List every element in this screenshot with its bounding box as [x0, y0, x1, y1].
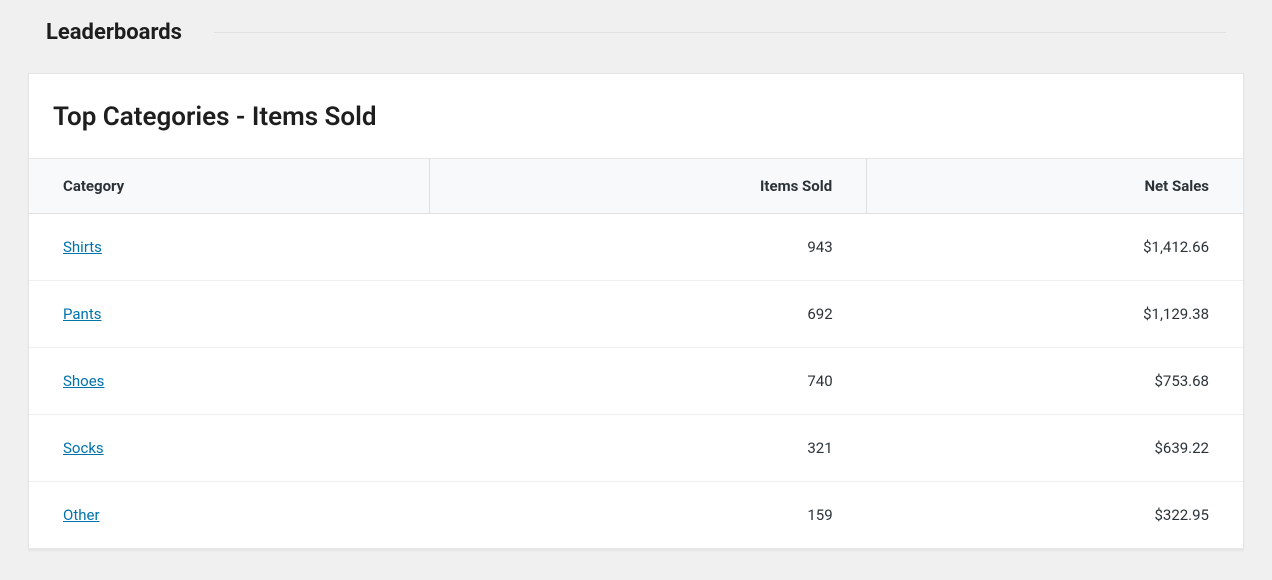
table-row: Other 159 $322.95: [29, 482, 1243, 549]
top-categories-table: Category Items Sold Net Sales Shirts 943…: [29, 158, 1243, 548]
net-sales-cell: $1,129.38: [867, 281, 1243, 348]
section-header: Leaderboards: [20, 0, 1252, 73]
section-title: Leaderboards: [46, 20, 182, 45]
items-sold-cell: 321: [430, 415, 867, 482]
net-sales-cell: $1,412.66: [867, 214, 1243, 281]
card-title: Top Categories - Items Sold: [29, 74, 1243, 158]
net-sales-cell: $322.95: [867, 482, 1243, 549]
items-sold-cell: 740: [430, 348, 867, 415]
col-header-items-sold[interactable]: Items Sold: [430, 159, 867, 214]
table-row: Socks 321 $639.22: [29, 415, 1243, 482]
divider: [214, 32, 1226, 33]
table-row: Shirts 943 $1,412.66: [29, 214, 1243, 281]
leaderboard-card: Top Categories - Items Sold Category Ite…: [28, 73, 1244, 549]
table-row: Shoes 740 $753.68: [29, 348, 1243, 415]
category-link[interactable]: Shoes: [63, 372, 104, 390]
items-sold-cell: 159: [430, 482, 867, 549]
net-sales-cell: $639.22: [867, 415, 1243, 482]
col-header-net-sales[interactable]: Net Sales: [867, 159, 1243, 214]
category-link[interactable]: Shirts: [63, 238, 102, 256]
category-link[interactable]: Other: [63, 506, 100, 524]
table-row: Pants 692 $1,129.38: [29, 281, 1243, 348]
col-header-category[interactable]: Category: [29, 159, 430, 214]
items-sold-cell: 692: [430, 281, 867, 348]
items-sold-cell: 943: [430, 214, 867, 281]
category-link[interactable]: Pants: [63, 305, 101, 323]
category-link[interactable]: Socks: [63, 439, 104, 457]
net-sales-cell: $753.68: [867, 348, 1243, 415]
